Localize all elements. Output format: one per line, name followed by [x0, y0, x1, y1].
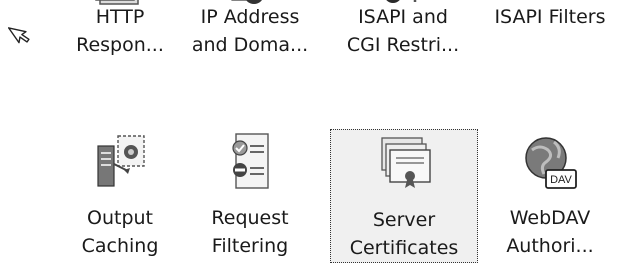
feature-tile-output-caching[interactable]: Output Caching	[50, 128, 190, 258]
feature-tile-http-response[interactable]: HTTP Respon...	[50, 0, 190, 78]
feature-tile-request-filtering[interactable]: Request Filtering	[180, 128, 320, 258]
feature-tile-webdav[interactable]: DAV WebDAV Authori...	[480, 128, 618, 258]
feature-label: WebDAV Authori...	[506, 207, 594, 257]
feature-tile-ip-address[interactable]: IP Address and Doma...	[180, 0, 320, 78]
feature-label: Server Certificates	[349, 209, 459, 259]
feature-label: ISAPI and CGI Restri...	[346, 6, 460, 56]
feature-label: HTTP Respon...	[76, 6, 164, 56]
mouse-pointer-icon	[7, 27, 30, 44]
request-filtering-icon	[232, 133, 269, 189]
feature-label: IP Address and Doma...	[191, 6, 309, 56]
webdav-icon: DAV	[525, 137, 577, 189]
feature-tile-server-certificates[interactable]: Server Certificates	[330, 129, 478, 263]
feature-tile-isapi-filters[interactable]: ISAPI Filters	[480, 0, 618, 78]
webdav-badge-text: DAV	[550, 174, 572, 186]
feature-label: ISAPI Filters	[494, 6, 606, 28]
feature-label: Output Caching	[81, 207, 159, 257]
feature-tile-isapi-cgi[interactable]: ISAPI and CGI Restri...	[333, 0, 473, 78]
feature-view: HTTP Respon... IP Address and Doma... IS…	[0, 0, 618, 263]
server-certificates-icon	[381, 137, 431, 188]
output-caching-icon	[97, 135, 145, 187]
feature-label: Request Filtering	[211, 207, 289, 257]
